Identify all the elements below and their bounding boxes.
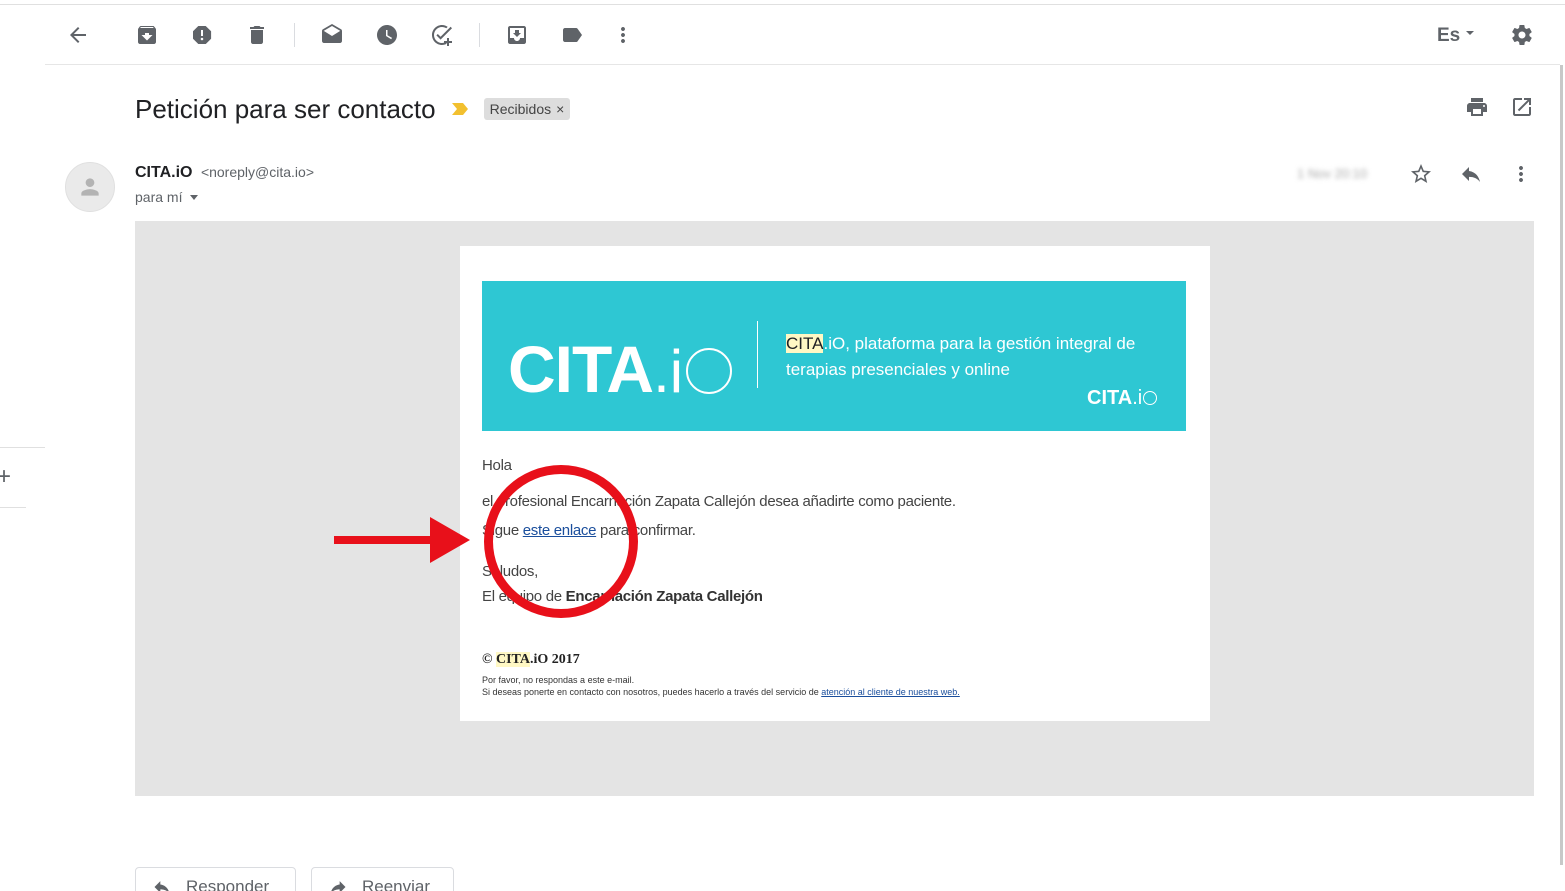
message-more-button[interactable] — [1509, 162, 1533, 186]
add-addon-button[interactable]: + — [0, 462, 11, 492]
gear-icon — [1512, 25, 1532, 45]
small-logo-text: CITA — [1087, 387, 1133, 409]
banner-divider — [757, 321, 758, 388]
sender-email: <noreply@cita.io> — [200, 164, 314, 180]
reply-label: Responder — [186, 877, 270, 891]
chevron-down-icon — [1466, 31, 1475, 35]
cita-logo: CITA.i — [508, 329, 733, 412]
importance-marker-icon[interactable] — [450, 101, 470, 117]
remove-label-button[interactable]: × — [556, 101, 564, 117]
highlight-text: CITA — [786, 334, 824, 353]
annotation-circle — [484, 465, 638, 618]
reply-button[interactable] — [1459, 162, 1483, 186]
settings-button[interactable] — [1506, 19, 1538, 51]
delete-button[interactable] — [241, 19, 273, 51]
move-to-button[interactable] — [501, 19, 533, 51]
scrollbar[interactable] — [1560, 65, 1563, 865]
more-vert-icon — [621, 27, 625, 43]
arrow-back-icon — [70, 27, 86, 43]
archive-button[interactable] — [131, 19, 163, 51]
snooze-button[interactable] — [371, 19, 403, 51]
side-panel-divider — [0, 447, 45, 448]
tagline-text: .iO, plataforma para la gestión integral… — [786, 334, 1136, 379]
small-logo-ring — [1143, 391, 1158, 405]
move-to-inbox-icon — [508, 26, 526, 44]
reply-icon — [154, 881, 169, 891]
toolbar-divider — [479, 23, 480, 47]
note2-before: Si deseas ponerte en contacto con nosotr… — [482, 687, 822, 697]
forward-label: Reenviar — [362, 877, 431, 891]
sender-name[interactable]: CITA.iO — [135, 164, 192, 181]
star-outline-icon — [1411, 164, 1431, 183]
add-task-button[interactable] — [426, 19, 458, 51]
subject-row: Petición para ser contacto Recibidos × — [135, 92, 571, 126]
recipient-label: para mí — [135, 189, 183, 205]
email-banner: CITA.i CITA.iO, plataforma para la gesti… — [482, 281, 1186, 431]
message-date: 1 Nov 20:10 — [1297, 166, 1368, 181]
brand-highlight: CITA — [495, 652, 530, 667]
logo-text: CITA — [508, 332, 654, 406]
footer-note-2: Si deseas ponerte en contacto con nosotr… — [482, 687, 960, 697]
footer-note-1: Por favor, no respondas a este e-mail. — [482, 675, 635, 685]
toolbar-divider — [294, 23, 295, 47]
more-options-button[interactable] — [607, 19, 639, 51]
logo-suffix: .i — [653, 338, 684, 405]
small-logo-suffix: .i — [1132, 387, 1143, 409]
labels-button[interactable] — [556, 19, 588, 51]
recipient-details-toggle[interactable]: para mí — [135, 189, 199, 205]
report-spam-icon — [193, 26, 212, 44]
forward-icon — [331, 881, 346, 891]
person-icon — [81, 178, 99, 196]
annotation-arrow-icon — [334, 517, 470, 563]
avatar[interactable] — [65, 162, 115, 212]
more-vert-icon — [1519, 166, 1523, 182]
brand-rest: .iO 2017 — [529, 652, 580, 667]
sender-line: CITA.iO <noreply@cita.io> — [135, 164, 314, 182]
email-copyright: © CITA.iO 2017 — [482, 652, 580, 668]
copyright-symbol: © — [482, 652, 496, 667]
language-label: Es — [1437, 25, 1461, 46]
print-all-button[interactable] — [1465, 95, 1489, 119]
mail-open-icon — [322, 24, 342, 43]
label-chip-text: Recibidos — [489, 101, 552, 117]
banner-tagline: CITA.iO, plataforma para la gestión inte… — [786, 331, 1166, 383]
trash-icon — [250, 26, 264, 44]
add-task-icon — [432, 25, 452, 46]
print-icon — [1467, 98, 1487, 116]
email-greeting: Hola — [482, 457, 512, 474]
open-in-new-icon — [1513, 98, 1531, 116]
open-new-window-button[interactable] — [1510, 95, 1534, 119]
back-button[interactable] — [62, 19, 94, 51]
label-icon — [563, 28, 582, 42]
mark-unread-button[interactable] — [316, 19, 348, 51]
customer-service-link[interactable]: atención al cliente de nuestra web. — [821, 687, 960, 697]
label-chip-inbox: Recibidos × — [483, 98, 571, 120]
cita-small-logo: CITA.i — [1087, 387, 1158, 410]
archive-icon — [138, 26, 156, 44]
reply-icon — [1462, 167, 1480, 182]
reply-bottom-button[interactable]: Responder — [135, 867, 296, 891]
input-tools-dropdown[interactable]: Es — [1437, 25, 1475, 47]
star-button[interactable] — [1409, 162, 1433, 186]
report-spam-button[interactable] — [186, 19, 218, 51]
chevron-down-icon — [190, 194, 199, 200]
logo-ring — [686, 348, 733, 394]
toolbar: Es — [45, 5, 1560, 65]
forward-button[interactable]: Reenviar — [311, 867, 454, 891]
side-panel-divider — [0, 507, 26, 508]
subject-title: Petición para ser contacto — [135, 93, 436, 124]
clock-icon — [377, 25, 397, 45]
